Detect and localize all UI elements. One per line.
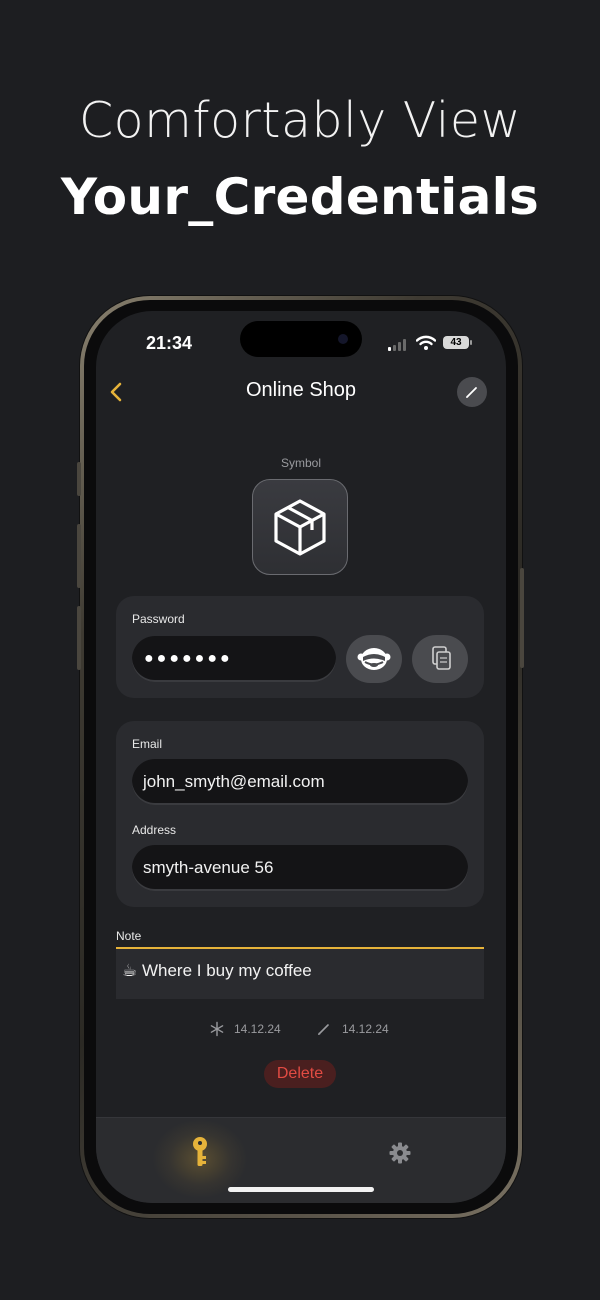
modified-date: 14.12.24: [342, 1022, 389, 1036]
front-camera: [338, 334, 348, 344]
address-value: smyth-avenue 56: [143, 858, 274, 877]
tab-settings[interactable]: [388, 1141, 412, 1165]
hero-line-1: Comfortably View: [78, 92, 522, 149]
address-label: Address: [132, 823, 177, 837]
volume-down-button: [77, 606, 81, 670]
symbol-picker[interactable]: [252, 479, 348, 575]
key-icon: [193, 1137, 207, 1166]
shipping-box-icon: [274, 499, 326, 556]
created-date: 14.12.24: [234, 1022, 281, 1036]
password-masked-value: ●●●●●●●: [144, 650, 233, 667]
edit-button[interactable]: [457, 377, 487, 407]
symbol-label: Symbol: [280, 456, 321, 470]
password-label: Password: [132, 612, 185, 626]
gear-icon: [389, 1142, 411, 1164]
reveal-password-button[interactable]: [346, 635, 402, 683]
volume-up-button: [77, 524, 81, 588]
see-no-evil-monkey-icon: [357, 648, 391, 670]
cellular-signal-icon: [388, 339, 410, 351]
note-label: Note: [116, 929, 142, 943]
hero-line-2: Your_Credentials: [60, 168, 540, 226]
wifi-icon: [416, 335, 436, 350]
home-indicator[interactable]: [228, 1187, 374, 1192]
status-time: 21:34: [146, 333, 193, 353]
phone-screen: 21:34 43 Online Shop Symbol Password ●●●…: [96, 311, 506, 1203]
copy-password-button[interactable]: [412, 635, 468, 683]
battery-tip: [470, 340, 472, 345]
note-value: ☕ Where I buy my coffee: [122, 961, 312, 980]
power-button: [520, 568, 524, 668]
delete-button[interactable]: Delete: [264, 1060, 336, 1088]
email-value: john_smyth@email.com: [143, 772, 325, 791]
pencil-icon: [318, 1024, 329, 1035]
nav-title: Online Shop: [245, 379, 357, 401]
pencil-icon: [466, 387, 477, 398]
email-label: Email: [132, 737, 163, 751]
copy-icon: [432, 646, 451, 670]
action-button: [77, 462, 81, 496]
tab-key[interactable]: [188, 1135, 212, 1171]
battery-indicator: 43: [443, 336, 469, 349]
snowflake-icon: [210, 1021, 224, 1037]
